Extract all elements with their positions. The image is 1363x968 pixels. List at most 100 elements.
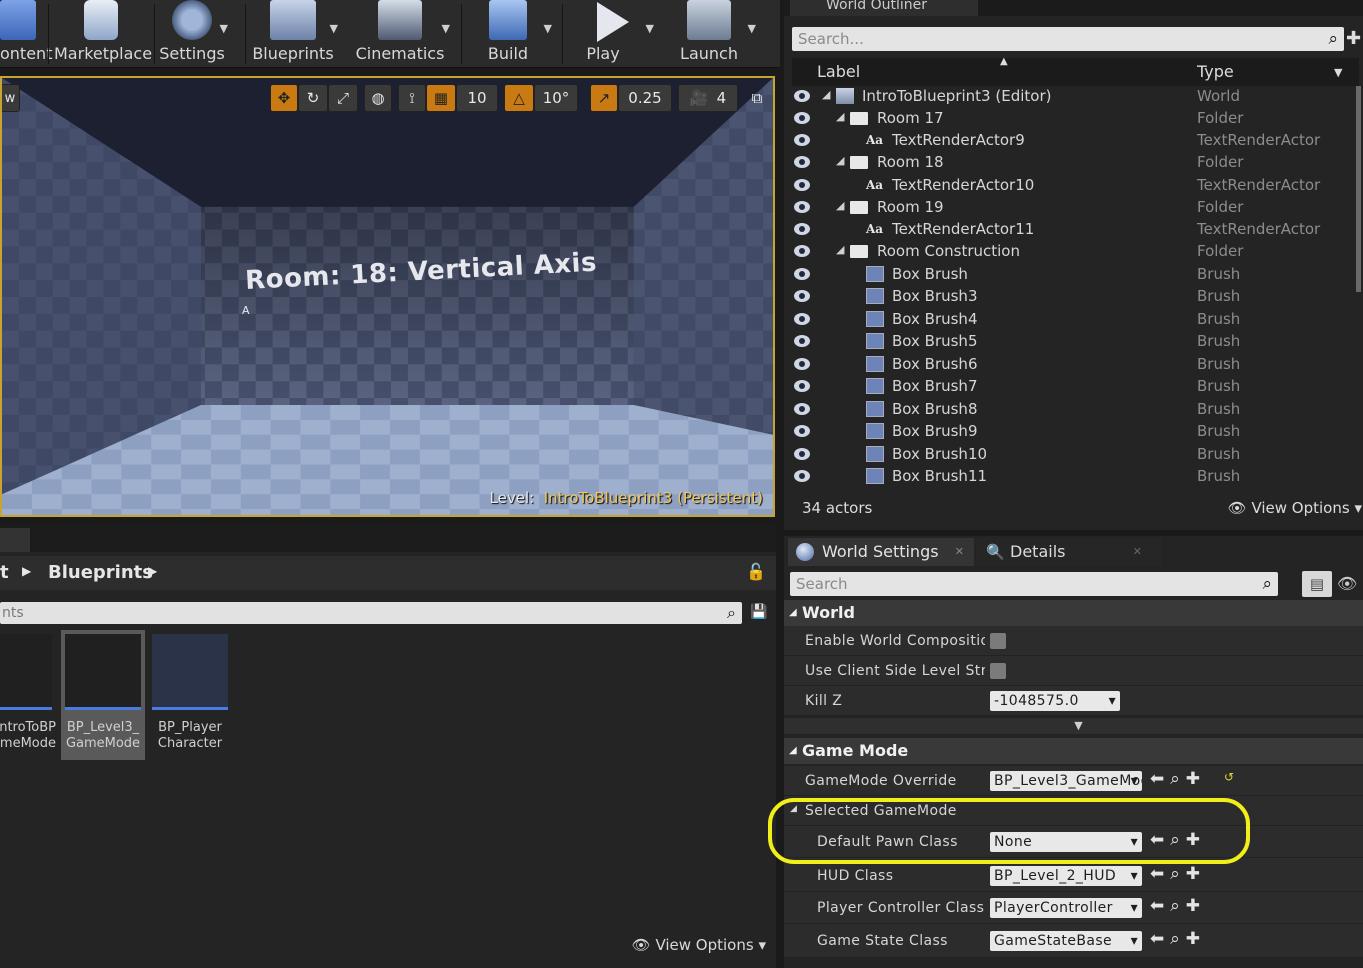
chevron-down-icon[interactable]: ▼	[220, 22, 228, 35]
outliner-row[interactable]: Box Brush Brush	[792, 264, 1359, 286]
chevron-down-icon[interactable]: ▼	[442, 22, 450, 35]
viewport-options-button[interactable]: w	[2, 84, 20, 112]
breadcrumb-item[interactable]: t	[0, 562, 9, 583]
tab-world-settings[interactable]: World Settings ✕	[788, 538, 974, 566]
rotation-snap-value[interactable]: 10°	[534, 84, 578, 112]
close-icon[interactable]: ✕	[1133, 538, 1142, 566]
expand-icon[interactable]: ◢	[836, 243, 844, 256]
outliner-row[interactable]: Aa TextRenderActor10 TextRenderActor	[792, 175, 1359, 197]
asset-tile[interactable]: BP_Player Character	[148, 630, 232, 760]
outliner-row[interactable]: Box Brush5 Brush	[792, 331, 1359, 353]
grid-snap-icon[interactable]: ▦	[426, 84, 456, 112]
chevron-down-icon[interactable]: ▼	[646, 22, 654, 35]
property-actions[interactable]: ⬅⌕✚	[1150, 929, 1206, 949]
translate-mode-icon[interactable]: ✥	[270, 84, 298, 112]
play-button[interactable]: Play ▼	[566, 0, 654, 66]
content-browser-tab[interactable]	[0, 528, 30, 552]
chevron-down-icon[interactable]: ▼	[748, 22, 756, 35]
expand-icon[interactable]: ◢	[822, 88, 830, 101]
asset-search-input[interactable]: nts ⌕	[0, 602, 742, 624]
use-client-side-checkbox[interactable]	[990, 663, 1006, 679]
hud-class-dropdown[interactable]: BP_Level_2_HUD	[990, 866, 1142, 886]
outliner-scrollbar[interactable]	[1356, 86, 1361, 292]
gamemode-override-dropdown[interactable]: BP_Level3_GameMode	[990, 771, 1142, 791]
eye-icon[interactable]	[794, 358, 810, 370]
details-search-input[interactable]: Search ⌕	[790, 572, 1278, 596]
game-state-dropdown[interactable]: GameStateBase	[990, 931, 1142, 951]
add-icon[interactable]: ✚	[1346, 28, 1361, 49]
outliner-search-input[interactable]: Search... ⌕	[792, 27, 1344, 51]
view-options-button[interactable]: 👁 View Options ▾	[632, 936, 766, 954]
level-viewport[interactable]: w ✥ ↻ ⤢ ◍ ⟟ ▦ 10 △ 10° ↗ 0.25 🎥 4 ⧉ Room:…	[0, 76, 775, 517]
rotation-snap-icon[interactable]: △	[504, 84, 534, 112]
chevron-down-icon[interactable]: ▼	[330, 22, 338, 35]
outliner-row[interactable]: Box Brush10 Brush	[792, 444, 1359, 466]
expand-icon[interactable]: ◢	[836, 154, 844, 167]
search-icon[interactable]: ⌕	[727, 602, 736, 624]
eye-icon[interactable]	[794, 179, 810, 191]
outliner-row[interactable]: ◢ Room 17 Folder	[792, 108, 1359, 130]
tab-details[interactable]: 🔍 Details ✕	[976, 538, 1162, 566]
property-actions[interactable]: ⬅⌕✚	[1150, 769, 1206, 789]
eye-icon[interactable]	[794, 112, 810, 124]
outliner-row[interactable]: Box Brush4 Brush	[792, 309, 1359, 331]
col-type[interactable]: Type	[1197, 62, 1234, 81]
eye-icon[interactable]	[794, 245, 810, 257]
chevron-right-icon[interactable]: ▶	[22, 564, 31, 578]
chevron-down-icon[interactable]: ▼	[1334, 66, 1342, 79]
outliner-row[interactable]: Box Brush7 Brush	[792, 376, 1359, 398]
eye-icon[interactable]	[794, 380, 810, 392]
expand-icon[interactable]: ◢	[836, 199, 844, 212]
outliner-row[interactable]: Box Brush3 Brush	[792, 286, 1359, 308]
eye-icon[interactable]	[794, 156, 810, 168]
col-label[interactable]: Label	[817, 62, 860, 81]
outliner-row[interactable]: Box Brush9 Brush	[792, 421, 1359, 443]
eye-icon[interactable]	[794, 425, 810, 437]
scale-snap-icon[interactable]: ↗	[590, 84, 618, 112]
scale-snap-value[interactable]: 0.25	[618, 84, 672, 112]
outliner-row[interactable]: Box Brush8 Brush	[792, 399, 1359, 421]
outliner-row[interactable]: Box Brush6 Brush	[792, 354, 1359, 376]
close-icon[interactable]: ✕	[955, 538, 964, 566]
eye-icon[interactable]	[794, 470, 810, 482]
property-matrix-icon[interactable]: ▤	[1302, 571, 1332, 597]
surface-snap-icon[interactable]: ⟟	[398, 84, 426, 112]
search-icon[interactable]: ⌕	[1262, 572, 1272, 596]
category-game-mode[interactable]: ◢ Game Mode	[784, 738, 1363, 764]
property-actions[interactable]: ⬅⌕✚	[1150, 864, 1206, 884]
save-icon[interactable]: 💾	[750, 604, 767, 620]
outliner-row[interactable]: Aa TextRenderActor9 TextRenderActor	[792, 130, 1359, 152]
eye-icon[interactable]	[794, 201, 810, 213]
outliner-row[interactable]: ◢ IntroToBlueprint3 (Editor) World	[792, 86, 1359, 108]
camera-speed-button[interactable]: 🎥 4	[678, 84, 738, 112]
asset-tile[interactable]: ntroToBPameMode	[0, 630, 56, 760]
eye-icon[interactable]	[794, 403, 810, 415]
outliner-row[interactable]: Aa TextRenderActor11 TextRenderActor	[792, 219, 1359, 241]
breadcrumb-item-blueprints[interactable]: Blueprints	[48, 562, 153, 583]
chevron-right-icon[interactable]: ▶	[148, 564, 157, 578]
settings-button[interactable]: Settings ▼	[158, 0, 228, 66]
property-actions[interactable]: ⬅⌕✚	[1150, 896, 1206, 916]
outliner-row[interactable]: Box Brush11 Brush	[792, 466, 1359, 488]
eye-icon[interactable]	[794, 134, 810, 146]
eye-icon[interactable]	[794, 290, 810, 302]
cinematics-button[interactable]: Cinematics ▼	[352, 0, 450, 66]
content-button[interactable]: ontent	[0, 0, 52, 66]
scale-mode-icon[interactable]: ⤢	[328, 84, 358, 112]
launch-button[interactable]: Launch ▼	[664, 0, 756, 66]
reset-icon[interactable]: ↺	[1224, 770, 1234, 784]
view-options-button[interactable]: 👁 View Options ▾	[1228, 499, 1362, 517]
rotate-mode-icon[interactable]: ↻	[298, 84, 328, 112]
eye-icon[interactable]	[794, 268, 810, 280]
maximize-viewport-icon[interactable]: ⧉	[744, 84, 770, 112]
grid-snap-value[interactable]: 10	[456, 84, 498, 112]
world-space-icon[interactable]: ◍	[364, 84, 392, 112]
chevron-down-icon[interactable]: ▼	[544, 22, 552, 35]
search-icon[interactable]: ⌕	[1328, 27, 1338, 51]
player-controller-dropdown[interactable]: PlayerController	[990, 898, 1142, 918]
lock-icon[interactable]: 🔓	[746, 562, 766, 581]
outliner-row[interactable]: ◢ Room Construction Folder	[792, 241, 1359, 263]
asset-tile-selected[interactable]: BP_Level3_ GameMode	[61, 630, 145, 760]
eye-icon[interactable]: 👁	[1337, 574, 1357, 593]
tab-world-outliner[interactable]: World Outliner	[790, 0, 978, 16]
